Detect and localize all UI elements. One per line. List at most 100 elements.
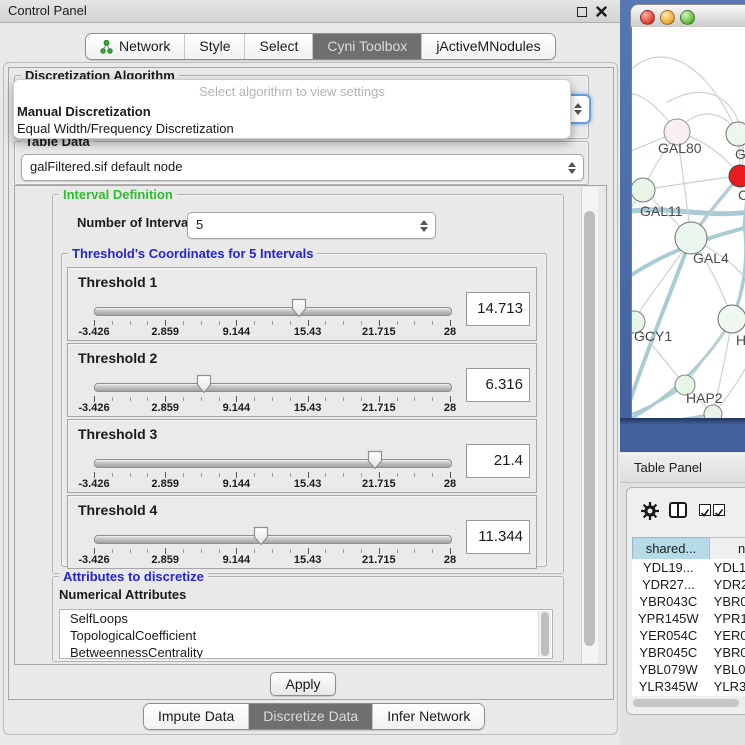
tick-mark xyxy=(290,473,291,477)
table-row[interactable]: YLR345WYLR3 xyxy=(632,678,745,695)
network-window-titlebar[interactable] xyxy=(630,4,745,29)
cell-name: YLR3 xyxy=(705,678,745,695)
table-row[interactable]: YDR27...YDR2 xyxy=(632,576,745,593)
tick-label: 21.715 xyxy=(362,554,396,566)
network-node[interactable] xyxy=(704,405,722,418)
scrollbar-thumb[interactable] xyxy=(541,612,549,656)
float-window-icon[interactable] xyxy=(577,7,587,17)
threshold-slider-track[interactable] xyxy=(94,383,452,392)
tick-mark xyxy=(414,549,415,553)
tab-infer-network[interactable]: Infer Network xyxy=(372,704,484,729)
tab-cyni-toolbox[interactable]: Cyni Toolbox xyxy=(312,34,421,59)
tick-mark xyxy=(361,321,362,325)
network-node-label: GCY1 xyxy=(634,328,672,344)
table-horizontal-scrollbar[interactable] xyxy=(632,698,745,708)
tick-label: 9.144 xyxy=(223,402,251,414)
tab-network[interactable]: Network xyxy=(86,34,184,59)
network-node[interactable] xyxy=(718,305,745,333)
tick-mark xyxy=(397,549,398,553)
close-icon[interactable] xyxy=(596,6,607,17)
window-zoom-icon[interactable] xyxy=(680,10,695,25)
attribute-list-item[interactable]: SelfLoops xyxy=(60,610,552,627)
tab-label: Cyni Toolbox xyxy=(327,34,407,59)
cell-name: YIL0 xyxy=(705,695,745,696)
threshold-title: Threshold 3 xyxy=(78,426,157,442)
threshold-slider-thumb[interactable] xyxy=(253,526,269,546)
attribute-list-scrollbar[interactable] xyxy=(538,611,551,657)
settings-gear-icon[interactable] xyxy=(641,502,659,520)
table-row[interactable]: YIL052CYIL0 xyxy=(632,695,745,696)
tick-mark xyxy=(290,397,291,401)
tab-select[interactable]: Select xyxy=(244,34,312,59)
network-graph: GAL80GACGAL11GAL4GCY1HHAP2 xyxy=(632,27,745,418)
network-view-canvas[interactable]: GAL80GACGAL11GAL4GCY1HHAP2 xyxy=(631,27,745,418)
tick-mark xyxy=(432,549,433,553)
apply-button[interactable]: Apply xyxy=(270,672,336,696)
column-header-name[interactable]: n xyxy=(709,537,745,560)
threshold-slider-thumb[interactable] xyxy=(367,450,383,470)
table-data-select[interactable]: galFiltered.sif default node xyxy=(21,154,584,181)
threshold-slider-thumb[interactable] xyxy=(291,298,307,318)
tick-mark xyxy=(183,549,184,553)
table-row[interactable]: YBR045CYBR0 xyxy=(632,644,745,661)
tab-discretize-data[interactable]: Discretize Data xyxy=(248,704,372,729)
attribute-list-item[interactable]: BetweennessCentrality xyxy=(60,644,552,659)
cell-shared-name: YBR045C xyxy=(632,644,705,661)
checkbox-icon[interactable] xyxy=(699,504,711,516)
table-row[interactable]: YBR043CYBR0 xyxy=(632,593,745,610)
column-header-shared-name[interactable]: shared... xyxy=(632,537,710,560)
tick-mark xyxy=(272,473,273,477)
combo-stepper-icon xyxy=(574,103,582,115)
tick-label: 21.715 xyxy=(362,478,396,490)
tick-label: -3.426 xyxy=(78,478,109,490)
popup-option[interactable]: Equal Width/Frequency Discretization xyxy=(17,121,234,136)
attribute-list-item[interactable]: TopologicalCoefficient xyxy=(60,627,552,644)
network-node[interactable] xyxy=(726,122,745,146)
numerical-attributes-list[interactable]: SelfLoopsTopologicalCoefficientBetweenne… xyxy=(59,609,553,659)
cell-shared-name: YDL19... xyxy=(632,559,705,576)
table-row[interactable]: YER054CYER0 xyxy=(632,627,745,644)
scrollbar-thumb[interactable] xyxy=(633,699,739,707)
threshold-value-field[interactable]: 6.316 xyxy=(466,368,530,402)
checkbox-icon[interactable] xyxy=(713,504,725,516)
threshold-value-field[interactable]: 14.713 xyxy=(466,292,530,326)
tab-label: Network xyxy=(119,34,170,59)
network-node-label: HAP2 xyxy=(686,390,723,406)
tick-mark xyxy=(147,549,148,553)
tick-mark xyxy=(432,473,433,477)
scrollbar-thumb[interactable] xyxy=(584,211,595,646)
popup-option[interactable]: Manual Discretization xyxy=(17,104,151,119)
tab-jactivemnodules[interactable]: jActiveMNodules xyxy=(421,34,554,59)
threshold-slider-thumb[interactable] xyxy=(196,374,212,394)
tab-impute-data[interactable]: Impute Data xyxy=(144,704,248,729)
table-row[interactable]: YPR145WYPR1 xyxy=(632,610,745,627)
tab-style[interactable]: Style xyxy=(184,34,244,59)
settings-scrollbar[interactable] xyxy=(581,187,598,663)
split-columns-icon[interactable] xyxy=(669,502,687,518)
threshold-slider-track[interactable] xyxy=(94,459,452,468)
cell-name: YER0 xyxy=(705,627,745,644)
threshold-slider-track[interactable] xyxy=(94,307,452,316)
window-minimize-icon[interactable] xyxy=(660,10,675,25)
tick-mark xyxy=(325,397,326,401)
table-row[interactable]: YDL19...YDL1 xyxy=(632,559,745,576)
tick-label: 15.43 xyxy=(294,326,322,338)
number-of-intervals-label: Number of Intervals xyxy=(77,215,199,230)
combo-stepper-icon xyxy=(420,220,428,232)
tick-mark xyxy=(325,473,326,477)
tick-label: 15.43 xyxy=(294,402,322,414)
threshold-value-field[interactable]: 21.4 xyxy=(466,444,530,478)
table-row[interactable]: YBL079WYBL0 xyxy=(632,661,745,678)
threshold-slider-track[interactable] xyxy=(94,535,452,544)
threshold-value-field[interactable]: 11.344 xyxy=(466,520,530,554)
window-close-icon[interactable] xyxy=(640,10,655,25)
network-node-label: GAL4 xyxy=(693,250,729,266)
threshold-title: Threshold 4 xyxy=(78,502,157,518)
number-of-intervals-select[interactable]: 5 xyxy=(187,212,436,239)
network-node[interactable] xyxy=(632,178,655,202)
tick-mark xyxy=(219,473,220,477)
tick-mark xyxy=(343,473,344,477)
tick-mark xyxy=(272,549,273,553)
thresholds-group-label: Threshold's Coordinates for 5 Intervals xyxy=(68,246,317,261)
tick-mark xyxy=(254,321,255,325)
